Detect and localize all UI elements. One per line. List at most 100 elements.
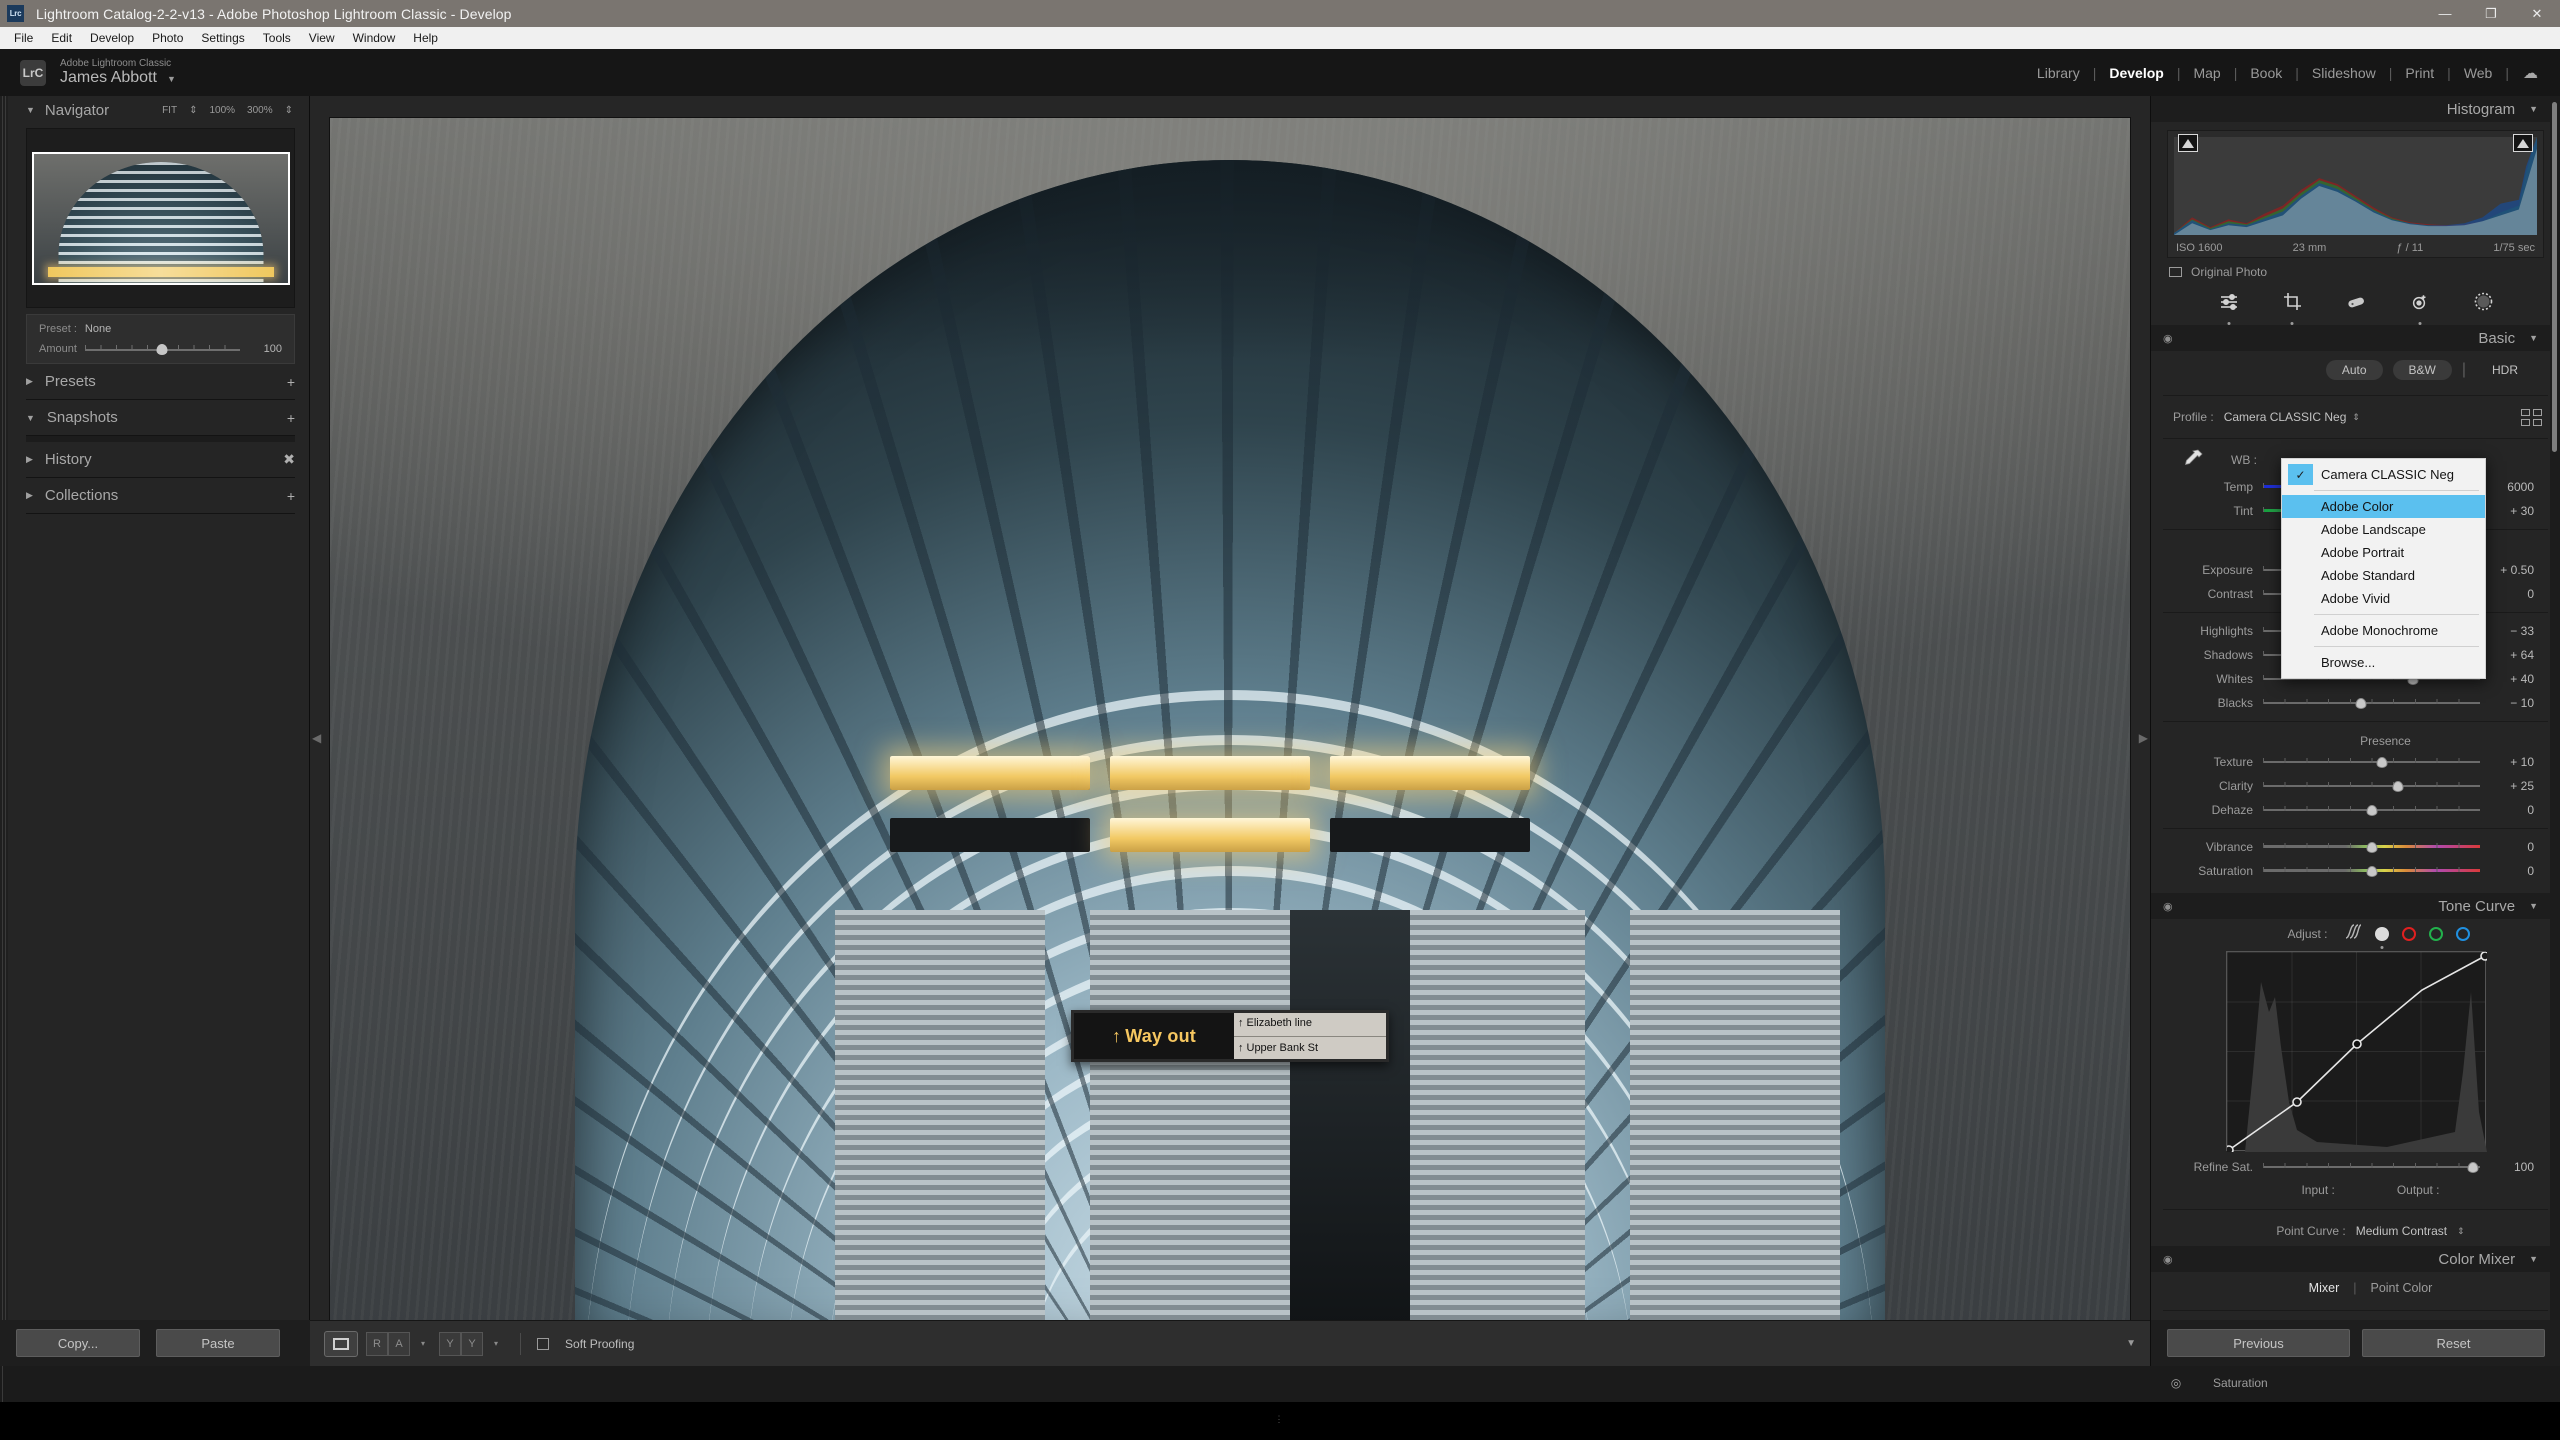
tone-curve-header[interactable]: ◉ Tone Curve ▼ <box>2151 893 2560 919</box>
vibrance-value[interactable]: 0 <box>2480 840 2534 854</box>
refine-sat-slider[interactable] <box>2263 1160 2480 1174</box>
parametric-curve-icon[interactable] <box>2345 924 2362 944</box>
toolbar-expand-caret-icon[interactable]: ▼ <box>2126 1338 2136 1349</box>
shadows-value[interactable]: + 64 <box>2480 648 2534 662</box>
contrast-value[interactable]: 0 <box>2480 587 2534 601</box>
tone-curve-visibility-eye-icon[interactable]: ◉ <box>2163 900 2173 913</box>
cloud-icon[interactable]: ☁ <box>2523 64 2538 82</box>
auto-button[interactable]: Auto <box>2325 360 2383 380</box>
profile-value[interactable]: Camera CLASSIC Neg <box>2224 410 2347 424</box>
saturation-slider[interactable] <box>2263 864 2480 878</box>
module-print[interactable]: Print <box>2392 65 2447 81</box>
reference-view-icon[interactable]: R <box>366 1331 388 1356</box>
ra-caret-icon[interactable]: ▾ <box>421 1339 425 1348</box>
copy-button[interactable]: Copy... <box>16 1329 140 1357</box>
dehaze-slider[interactable] <box>2263 803 2480 817</box>
blacks-slider[interactable] <box>2263 696 2480 710</box>
zoom-caret-icon[interactable]: ⇕ <box>285 105 293 116</box>
navigator-header[interactable]: ▼ Navigator FIT ⇕ 100% 300% ⇕ <box>0 96 309 124</box>
tab-point-color[interactable]: Point Color <box>2370 1281 2432 1295</box>
menu-item-adobe-vivid[interactable]: Adobe Vivid <box>2282 587 2485 610</box>
left-panel-collapse-handle[interactable]: ◀ <box>312 731 321 745</box>
tab-mixer[interactable]: Mixer <box>2309 1281 2340 1295</box>
after-view-icon[interactable]: Y <box>461 1331 484 1356</box>
original-photo-checkbox-icon[interactable] <box>2169 267 2182 277</box>
menu-item-adobe-standard[interactable]: Adobe Standard <box>2282 564 2485 587</box>
menu-item-adobe-landscape[interactable]: Adobe Landscape <box>2282 518 2485 541</box>
before-view-icon[interactable]: Y <box>439 1331 462 1356</box>
chevron-down-icon[interactable]: ▼ <box>2529 333 2538 343</box>
right-panel-scrollbar[interactable] <box>2550 96 2560 1366</box>
profile-caret-icon[interactable]: ⇕ <box>2352 412 2360 423</box>
chevron-down-icon[interactable]: ▼ <box>2529 901 2538 911</box>
zoom-300[interactable]: 300% <box>247 105 273 116</box>
zoom-fit[interactable]: FIT <box>162 105 177 116</box>
filmstrip-resize-handle[interactable]: ⋮ <box>1275 1414 1286 1425</box>
texture-value[interactable]: + 10 <box>2480 755 2534 769</box>
crop-overlay-icon[interactable] <box>2283 292 2302 325</box>
add-collection-icon[interactable]: + <box>287 488 295 504</box>
menu-item-adobe-color[interactable]: Adobe Color <box>2282 495 2485 518</box>
exposure-value[interactable]: + 0.50 <box>2480 563 2534 577</box>
menu-view[interactable]: View <box>300 29 344 47</box>
reset-button[interactable]: Reset <box>2362 1329 2545 1357</box>
basic-panel-header[interactable]: ◉ Basic ▼ <box>2151 325 2560 351</box>
tint-value[interactable]: + 30 <box>2480 504 2534 518</box>
minimize-button[interactable]: — <box>2422 0 2468 27</box>
menu-file[interactable]: File <box>5 29 42 47</box>
sidebar-item-collections[interactable]: ▶ Collections + <box>26 478 295 514</box>
bw-button[interactable]: B&W <box>2392 360 2452 380</box>
vibrance-slider[interactable] <box>2263 840 2480 854</box>
menu-item-adobe-monochrome[interactable]: Adobe Monochrome <box>2282 619 2485 642</box>
soft-proofing-label[interactable]: Soft Proofing <box>565 1337 634 1351</box>
point-curve-caret-icon[interactable]: ⇕ <box>2457 1226 2465 1237</box>
menu-develop[interactable]: Develop <box>81 29 143 47</box>
preset-value[interactable]: None <box>85 323 111 335</box>
menu-item-camera-classic-neg[interactable]: ✓ Camera CLASSIC Neg <box>2282 463 2485 486</box>
chevron-down-icon[interactable]: ▼ <box>167 74 176 84</box>
menu-edit[interactable]: Edit <box>42 29 81 47</box>
module-develop[interactable]: Develop <box>2096 65 2176 81</box>
identity-plate[interactable]: Adobe Lightroom Classic James Abbott ▼ <box>60 58 176 87</box>
module-map[interactable]: Map <box>2180 65 2233 81</box>
menu-item-adobe-portrait[interactable]: Adobe Portrait <box>2282 541 2485 564</box>
module-slideshow[interactable]: Slideshow <box>2299 65 2389 81</box>
histogram-panel[interactable]: ISO 1600 23 mm ƒ / 11 1/75 sec <box>2167 130 2544 258</box>
maximize-button[interactable]: ❐ <box>2468 0 2514 27</box>
sidebar-item-history[interactable]: ▶ History ✖ <box>26 442 295 478</box>
add-preset-icon[interactable]: + <box>287 374 295 390</box>
chevron-down-icon[interactable]: ▼ <box>2529 1254 2538 1264</box>
chevron-down-icon[interactable]: ▼ <box>2529 104 2538 114</box>
tone-curve-graph[interactable] <box>2225 951 2487 1152</box>
previous-button[interactable]: Previous <box>2167 1329 2350 1357</box>
amount-slider[interactable] <box>84 343 240 355</box>
sidebar-item-snapshots[interactable]: ▼ Snapshots + <box>26 400 295 436</box>
module-web[interactable]: Web <box>2451 65 2506 81</box>
histogram-header[interactable]: Histogram ▼ <box>2151 96 2560 122</box>
chevron-right-icon[interactable]: ▶ <box>26 454 33 465</box>
clarity-slider[interactable] <box>2263 779 2480 793</box>
menu-item-browse[interactable]: Browse... <box>2282 651 2485 674</box>
chevron-right-icon[interactable]: ▶ <box>26 490 33 501</box>
before-after-yy-toggle[interactable]: Y Y <box>439 1331 484 1356</box>
whites-value[interactable]: + 40 <box>2480 672 2534 686</box>
zoom-fit-caret-icon[interactable]: ⇕ <box>189 105 197 116</box>
target-adjust-icon[interactable]: ◎ <box>2161 1376 2191 1390</box>
blacks-value[interactable]: − 10 <box>2480 696 2534 710</box>
highlights-value[interactable]: − 33 <box>2480 624 2534 638</box>
dehaze-value[interactable]: 0 <box>2480 803 2534 817</box>
green-curve-icon[interactable] <box>2428 927 2443 941</box>
eyedropper-icon[interactable] <box>2169 448 2215 473</box>
color-mixer-visibility-eye-icon[interactable]: ◉ <box>2163 1253 2173 1266</box>
menu-tools[interactable]: Tools <box>254 29 300 47</box>
chevron-right-icon[interactable]: ▶ <box>26 376 33 387</box>
masking-icon[interactable] <box>2410 293 2430 325</box>
single-image-view-icon[interactable] <box>324 1330 358 1357</box>
blue-curve-icon[interactable] <box>2455 927 2470 941</box>
histogram-chart[interactable] <box>2174 137 2537 235</box>
hdr-button[interactable]: HDR <box>2476 360 2534 380</box>
module-book[interactable]: Book <box>2237 65 2295 81</box>
yy-caret-icon[interactable]: ▾ <box>494 1339 498 1348</box>
develop-photo[interactable]: ↑ Way out ↑ Elizabeth line ↑ Upper Bank … <box>330 118 2130 1340</box>
sidebar-item-presets[interactable]: ▶ Presets + <box>26 364 295 400</box>
